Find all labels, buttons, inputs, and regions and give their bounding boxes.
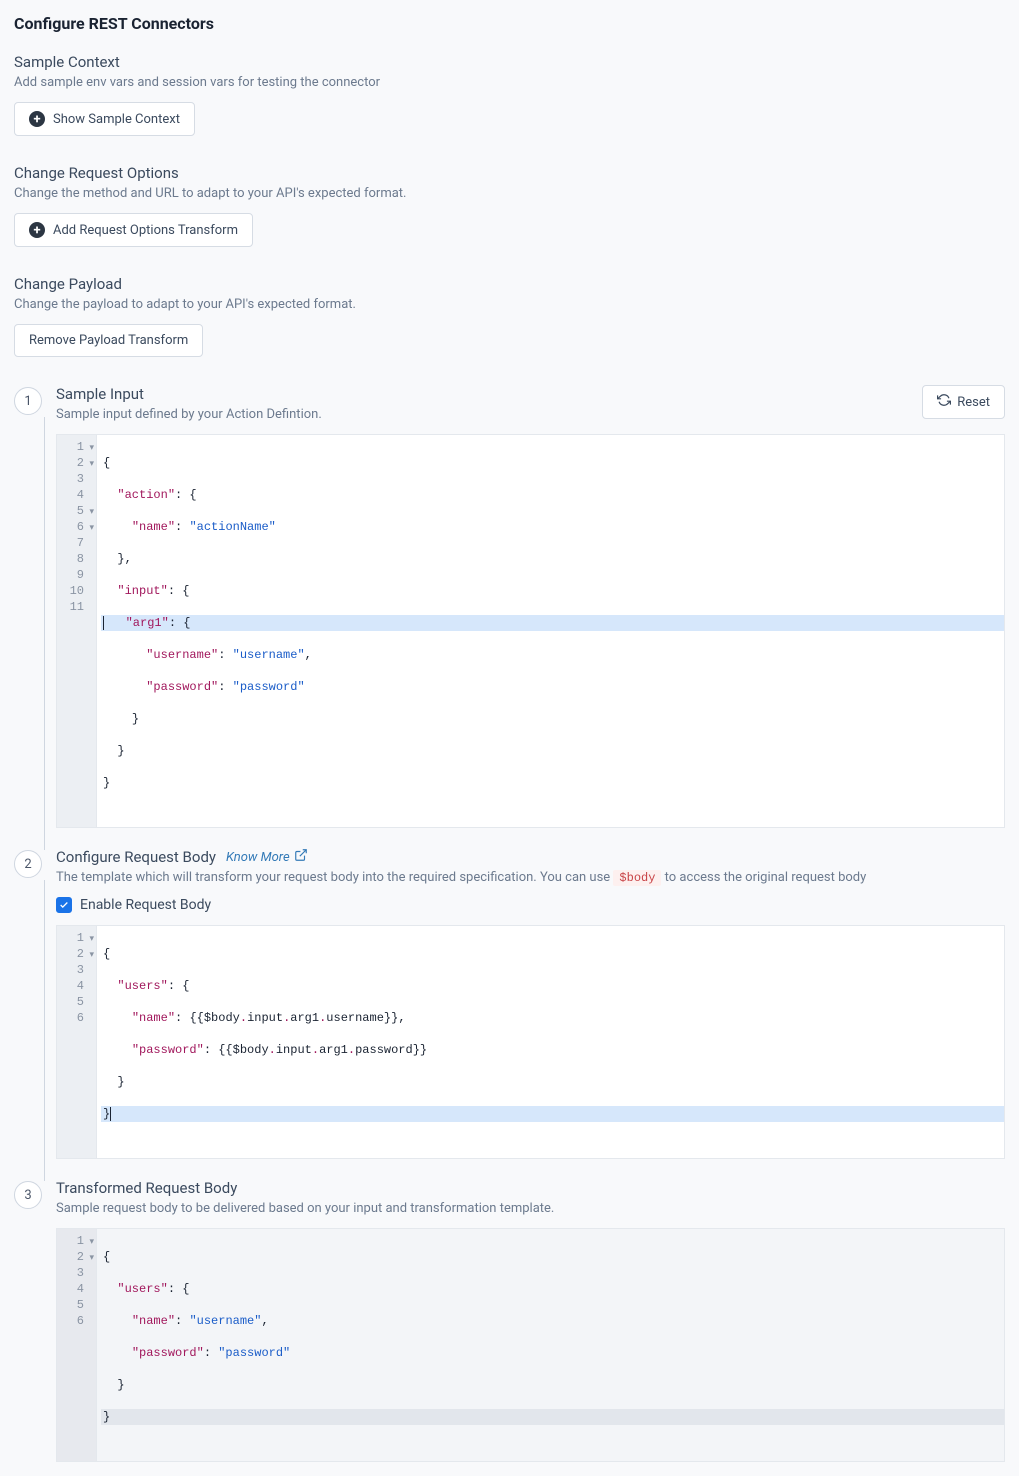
check-icon (59, 900, 69, 910)
transformed-body-editor: 1▾ 2▾ 3 4 5 6 { "users": { "name": "user… (56, 1228, 1005, 1462)
step-3: 3 Transformed Request Body Sample reques… (14, 1179, 1005, 1462)
enable-request-body-label: Enable Request Body (80, 897, 211, 913)
page-title: Configure REST Connectors (14, 14, 1005, 33)
remove-payload-transform-label: Remove Payload Transform (29, 333, 188, 348)
editor-gutter: 1▾ 2▾ 3 4 5▾ 6▾ 7 8 9 10 11 (57, 435, 97, 827)
enable-request-body-checkbox[interactable] (56, 897, 72, 913)
change-request-options-section: Change Request Options Change the method… (14, 164, 1005, 247)
add-request-options-transform-label: Add Request Options Transform (53, 223, 238, 238)
steps-container: 1 Sample Input Sample input defined by y… (14, 385, 1005, 1462)
change-payload-desc: Change the payload to adapt to your API'… (14, 297, 1005, 312)
step-1: 1 Sample Input Sample input defined by y… (14, 385, 1005, 848)
sample-context-desc: Add sample env vars and session vars for… (14, 75, 1005, 90)
step-3-number: 3 (14, 1181, 42, 1209)
editor-gutter: 1▾ 2▾ 3 4 5 6 (57, 1229, 97, 1461)
know-more-link[interactable]: Know More (226, 848, 308, 866)
enable-request-body-row: Enable Request Body (56, 897, 1005, 913)
step-2-desc: The template which will transform your r… (56, 870, 1005, 885)
step-1-title: Sample Input (56, 385, 322, 403)
request-body-editor[interactable]: 1▾ 2▾ 3 4 5 6 { "users": { "name": {{$bo… (56, 925, 1005, 1159)
body-code-tag: $body (613, 870, 661, 886)
sample-context-section: Sample Context Add sample env vars and s… (14, 53, 1005, 136)
sample-input-editor[interactable]: 1▾ 2▾ 3 4 5▾ 6▾ 7 8 9 10 11 { "action": … (56, 434, 1005, 828)
external-link-icon (294, 848, 308, 866)
change-payload-heading: Change Payload (14, 275, 1005, 293)
step-1-desc: Sample input defined by your Action Defi… (56, 407, 322, 422)
plus-circle-icon: + (29, 111, 45, 127)
step-3-desc: Sample request body to be delivered base… (56, 1201, 1005, 1216)
change-request-options-desc: Change the method and URL to adapt to yo… (14, 186, 1005, 201)
step-2: 2 Configure Request Body Know More The t… (14, 848, 1005, 1179)
reset-button[interactable]: Reset (922, 385, 1005, 419)
step-1-number: 1 (14, 387, 42, 415)
step-2-title: Configure Request Body (56, 848, 216, 866)
step-3-title: Transformed Request Body (56, 1179, 1005, 1197)
remove-payload-transform-button[interactable]: Remove Payload Transform (14, 324, 203, 357)
editor-body[interactable]: { "action": { "name": "actionName" }, "i… (97, 435, 1004, 827)
editor-body: { "users": { "name": "username", "passwo… (97, 1229, 1004, 1461)
know-more-label: Know More (226, 850, 290, 865)
editor-body[interactable]: { "users": { "name": {{$body.input.arg1.… (97, 926, 1004, 1158)
show-sample-context-button[interactable]: + Show Sample Context (14, 102, 195, 136)
step-2-number: 2 (14, 850, 42, 878)
show-sample-context-label: Show Sample Context (53, 112, 180, 127)
add-request-options-transform-button[interactable]: + Add Request Options Transform (14, 213, 253, 247)
plus-circle-icon: + (29, 222, 45, 238)
reset-label: Reset (957, 395, 990, 410)
change-payload-section: Change Payload Change the payload to ada… (14, 275, 1005, 357)
change-request-options-heading: Change Request Options (14, 164, 1005, 182)
refresh-icon (937, 393, 951, 411)
editor-gutter: 1▾ 2▾ 3 4 5 6 (57, 926, 97, 1158)
sample-context-heading: Sample Context (14, 53, 1005, 71)
